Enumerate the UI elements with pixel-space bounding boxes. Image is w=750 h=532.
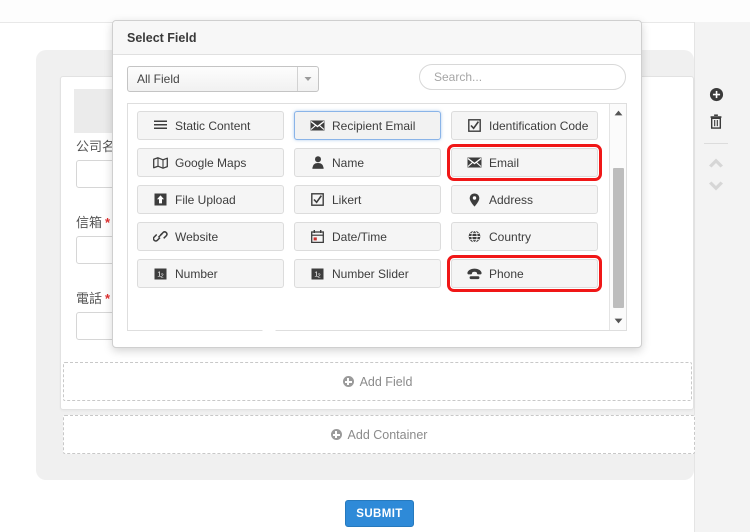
field-row: File Upload Likert Address (128, 185, 608, 214)
add-circle-icon[interactable] (706, 84, 726, 104)
field-option-label: Address (489, 192, 534, 207)
form-label-email: 信箱 * (76, 215, 111, 230)
field-option-label: File Upload (175, 192, 236, 207)
trash-icon[interactable] (706, 111, 726, 131)
phone-icon (466, 268, 483, 280)
field-option-identification-code[interactable]: Identification Code (451, 111, 598, 140)
field-option-label: Number (175, 266, 218, 281)
map-pin-icon (466, 193, 483, 207)
field-option-file-upload[interactable]: File Upload (137, 185, 284, 214)
upload-icon (152, 193, 169, 206)
add-container-button[interactable]: Add Container (63, 415, 695, 454)
plus-circle-icon (330, 429, 342, 440)
field-option-email[interactable]: Email (447, 144, 602, 181)
field-option-phone[interactable]: Phone (447, 255, 602, 292)
svg-text:2: 2 (318, 273, 321, 279)
popover-header: Select Field (113, 21, 641, 55)
field-option-website[interactable]: Website (137, 222, 284, 251)
plus-circle-icon (342, 376, 354, 387)
field-option-label: Number Slider (332, 266, 409, 281)
map-icon (152, 156, 169, 169)
field-option-recipient-email[interactable]: Recipient Email (294, 111, 441, 140)
link-icon (152, 230, 169, 243)
search-input[interactable] (419, 64, 626, 90)
rail-divider (704, 143, 728, 144)
required-marker-phone: * (105, 291, 111, 306)
add-field-label: Add Field (359, 374, 413, 389)
field-row: Static Content Recipient Email Identific… (128, 111, 608, 140)
person-icon (309, 156, 326, 169)
field-option-likert[interactable]: Likert (294, 185, 441, 214)
chevron-down-icon[interactable] (706, 177, 726, 195)
field-list-panel: Static Content Recipient Email Identific… (127, 103, 627, 331)
submit-button[interactable]: SUBMIT (345, 500, 414, 527)
field-option-label: Country (489, 229, 532, 244)
chevron-down-icon (297, 67, 318, 91)
field-option-address[interactable]: Address (451, 185, 598, 214)
field-option-label: Google Maps (175, 155, 247, 170)
svg-text:2: 2 (161, 273, 164, 279)
envelope-icon (466, 157, 483, 168)
select-field-popover: Select Field All Field Search... Static … (112, 20, 642, 348)
field-option-label: Date/Time (332, 229, 387, 244)
checked-box-icon (309, 193, 326, 206)
field-row: 1 2 Number 1 2 Number Slider Phone (128, 255, 608, 292)
add-field-button[interactable]: Add Field (63, 362, 692, 401)
submit-button-label: SUBMIT (356, 507, 403, 520)
field-option-number[interactable]: 1 2 Number (137, 259, 284, 288)
form-label-phone: 電話 * (76, 291, 111, 306)
field-option-label: Email (489, 155, 520, 170)
field-filter-select[interactable]: All Field (127, 66, 319, 92)
field-option-label: Recipient Email (332, 118, 416, 133)
envelope-icon (309, 120, 326, 131)
field-option-label: Likert (332, 192, 362, 207)
field-row: Website Date/Time Country (128, 222, 608, 251)
field-option-label: Name (332, 155, 365, 170)
field-option-label: Identification Code (489, 118, 589, 133)
add-container-label: Add Container (347, 427, 428, 442)
popover-tail-fill (256, 324, 282, 337)
field-list-scrollbar[interactable] (609, 104, 626, 330)
lines-icon (152, 120, 169, 131)
field-option-static-content[interactable]: Static Content (137, 111, 284, 140)
field-option-country[interactable]: Country (451, 222, 598, 251)
scroll-up-arrow-icon[interactable] (610, 105, 626, 121)
form-label-company: 公司名 (76, 139, 116, 154)
calendar-icon (309, 230, 326, 243)
rail-tool-group (702, 84, 730, 201)
field-row: Google Maps Name Email (128, 144, 608, 181)
required-marker-email: * (105, 215, 111, 230)
field-option-google-maps[interactable]: Google Maps (137, 148, 284, 177)
globe-icon (466, 230, 483, 243)
popover-filter-row: All Field (113, 56, 641, 100)
field-grid: Static Content Recipient Email Identific… (128, 104, 608, 296)
field-filter-selected-label: All Field (137, 72, 180, 86)
scrollbar-thumb[interactable] (613, 168, 624, 308)
scroll-down-arrow-icon[interactable] (610, 313, 626, 329)
chevron-up-icon[interactable] (706, 153, 726, 171)
number-icon: 1 2 (309, 268, 326, 280)
checked-box-icon (466, 119, 483, 132)
field-option-date-time[interactable]: Date/Time (294, 222, 441, 251)
field-option-label: Static Content (175, 118, 251, 133)
field-option-label: Phone (489, 266, 524, 281)
field-option-number-slider[interactable]: 1 2 Number Slider (294, 259, 441, 288)
number-icon: 1 2 (152, 268, 169, 280)
field-option-name[interactable]: Name (294, 148, 441, 177)
field-option-label: Website (175, 229, 219, 244)
popover-title: Select Field (127, 30, 197, 45)
